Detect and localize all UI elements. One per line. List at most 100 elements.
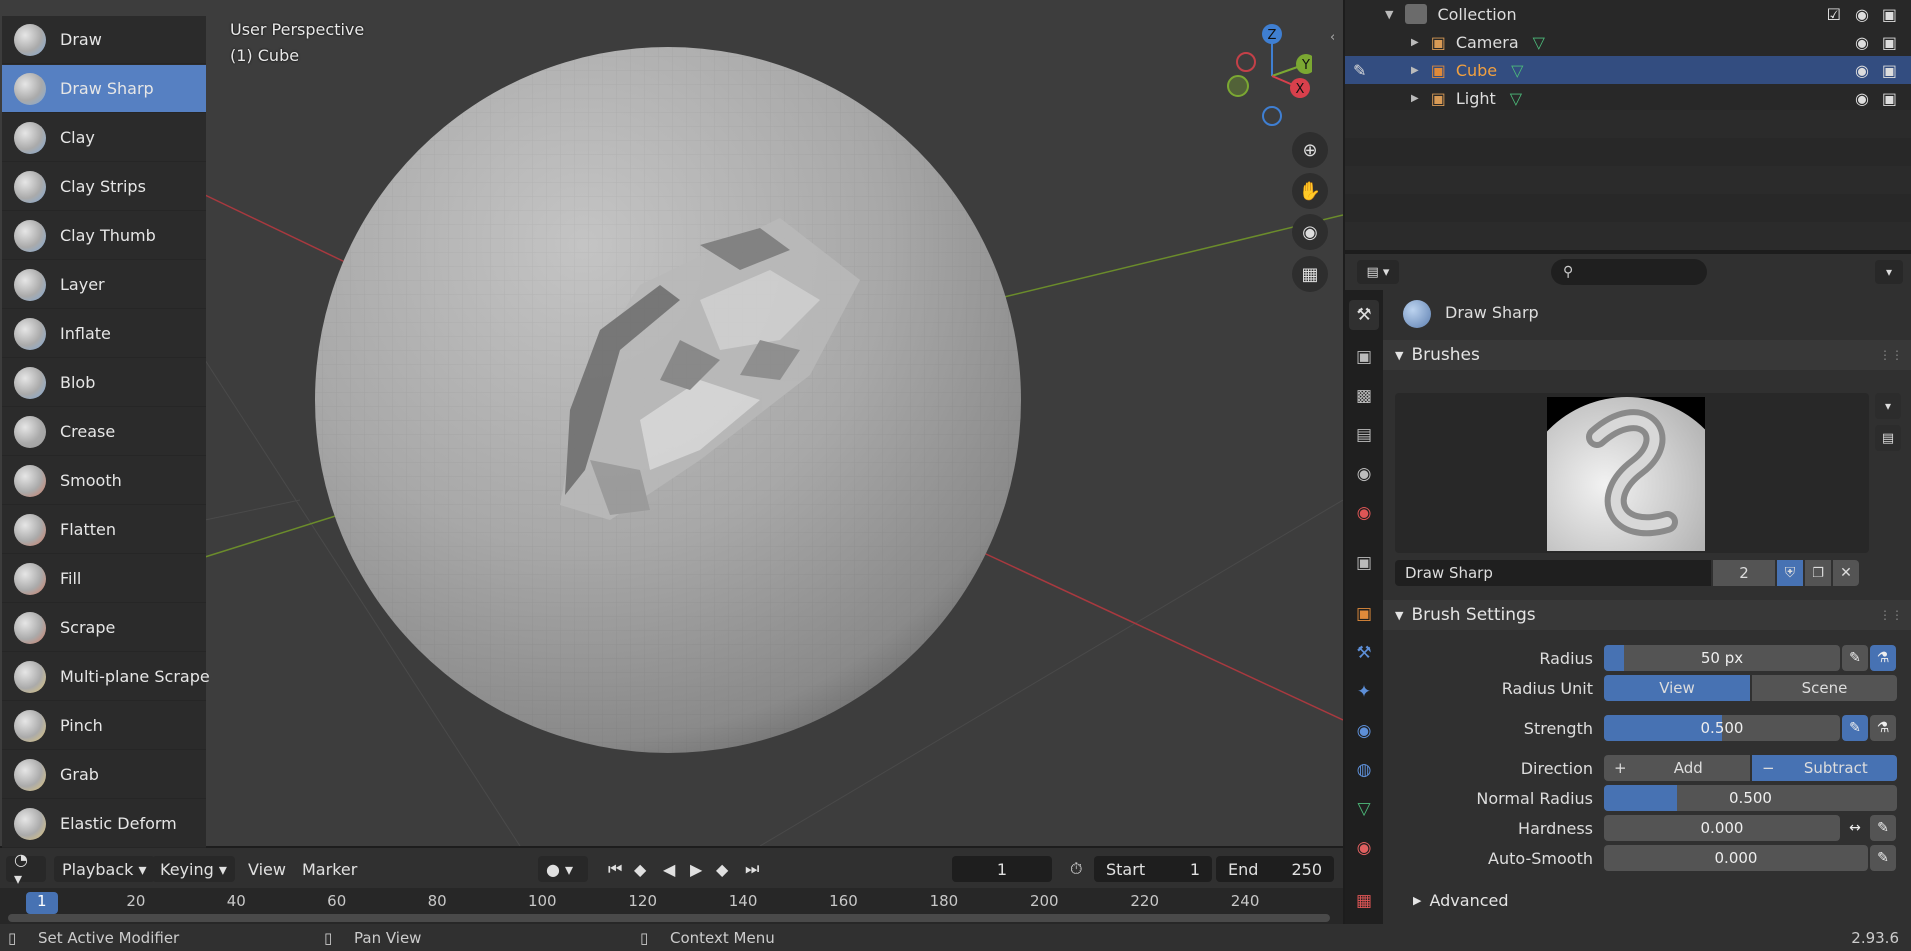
fake-user-shield-icon[interactable]: ⛨: [1777, 560, 1803, 586]
timeline-frames[interactable]: 1 20 40 60 80 100 120 140 160 180 200 220 240: [0, 888, 1343, 924]
auto-smooth-slider[interactable]: 0.000: [1604, 845, 1868, 871]
brush-item-fill[interactable]: Fill: [2, 555, 206, 603]
edit-mode-icon[interactable]: ✎: [1353, 61, 1366, 80]
zoom-icon[interactable]: ⊕: [1292, 132, 1328, 168]
render-camera-icon[interactable]: ▣: [1882, 89, 1897, 108]
pressure-icon[interactable]: ✎: [1842, 645, 1868, 671]
visibility-eye-icon[interactable]: ◉: [1855, 89, 1869, 108]
checkbox-icon[interactable]: ☑: [1827, 5, 1841, 24]
jump-end-icon[interactable]: ⏭: [737, 856, 767, 882]
direction-subtract-button[interactable]: − Subtract: [1752, 755, 1897, 781]
editor-type-icon[interactable]: ▤ ▾: [1357, 260, 1399, 284]
browse-dropdown-icon[interactable]: ▾: [1875, 393, 1901, 419]
particles-tab-icon[interactable]: ✦: [1349, 677, 1379, 707]
expand-arrow-icon[interactable]: ▶: [1411, 93, 1419, 104]
physics-tab-icon[interactable]: ◉: [1349, 716, 1379, 746]
drag-handle-icon[interactable]: ⋮⋮: [1879, 608, 1903, 622]
radius-unit-scene-button[interactable]: Scene: [1752, 675, 1897, 701]
constraints-tab-icon[interactable]: ◍: [1349, 755, 1379, 785]
collapse-arrow-icon[interactable]: ‹: [1330, 30, 1335, 45]
brush-item-pinch[interactable]: Pinch: [2, 702, 206, 750]
drag-handle-icon[interactable]: ⋮⋮: [1879, 348, 1903, 362]
prev-keyframe-icon[interactable]: ◆: [626, 856, 654, 882]
render-camera-icon[interactable]: ▣: [1882, 5, 1897, 24]
view-layer-tab-icon[interactable]: ▤: [1349, 420, 1379, 450]
scene-tab-icon[interactable]: ◉: [1349, 459, 1379, 489]
brush-item-blob[interactable]: Blob: [2, 359, 206, 407]
collection-tab-icon[interactable]: ▣: [1349, 548, 1379, 578]
visibility-eye-icon[interactable]: ◉: [1855, 61, 1869, 80]
brush-item-elastic-deform[interactable]: Elastic Deform: [2, 800, 206, 848]
modifier-tab-icon[interactable]: ⚒: [1349, 638, 1379, 668]
unified-strength-icon[interactable]: ⚗: [1870, 715, 1896, 741]
properties-search[interactable]: ⚲: [1551, 259, 1707, 285]
pressure-icon[interactable]: ✎: [1870, 815, 1896, 841]
marker-menu[interactable]: Marker: [294, 856, 365, 882]
object-data-icon[interactable]: ▽: [1511, 61, 1523, 80]
object-tab-icon[interactable]: ▣: [1349, 599, 1379, 629]
brush-item-smooth[interactable]: Smooth: [2, 457, 206, 505]
stopwatch-icon[interactable]: ⏱: [1062, 856, 1090, 882]
world-tab-icon[interactable]: ◉: [1349, 498, 1379, 528]
timeline-scrollbar[interactable]: [8, 914, 1330, 922]
search-input[interactable]: [1579, 264, 1690, 280]
outliner-item-camera[interactable]: ▶ ▣ Camera ▽ ◉ ▣: [1345, 28, 1911, 56]
next-keyframe-icon[interactable]: ◆: [708, 856, 736, 882]
brush-item-layer[interactable]: Layer: [2, 261, 206, 309]
editor-type-icon[interactable]: ◔ ▾: [6, 850, 46, 888]
object-data-icon[interactable]: ▽: [1510, 89, 1522, 108]
play-icon[interactable]: ▶: [682, 856, 710, 882]
material-tab-icon[interactable]: ◉: [1349, 833, 1379, 863]
options-dropdown-icon[interactable]: ▾: [1875, 260, 1903, 284]
brushes-panel-header[interactable]: ▼ Brushes ⋮⋮: [1383, 340, 1911, 370]
camera-view-icon[interactable]: ◉: [1292, 214, 1328, 250]
output-tab-icon[interactable]: ▩: [1349, 381, 1379, 411]
view-menu[interactable]: View: [240, 856, 294, 882]
pressure-icon[interactable]: ✎: [1870, 845, 1896, 871]
brush-item-draw-sharp[interactable]: Draw Sharp: [2, 65, 206, 113]
brush-item-crease[interactable]: Crease: [2, 408, 206, 456]
navigation-gizmo[interactable]: Z Y X: [1222, 20, 1312, 130]
radius-unit-view-button[interactable]: View: [1604, 675, 1750, 701]
brush-item-flatten[interactable]: Flatten: [2, 506, 206, 554]
outliner-item-cube[interactable]: ✎ ▶ ▣ Cube ▽ ◉ ▣: [1345, 56, 1911, 84]
visibility-eye-icon[interactable]: ◉: [1855, 5, 1869, 24]
record-button[interactable]: ● ▾: [538, 856, 588, 882]
hardness-slider[interactable]: 0.000: [1604, 815, 1840, 841]
duplicate-icon[interactable]: ❐: [1805, 560, 1831, 586]
radius-slider[interactable]: 50 px: [1604, 645, 1840, 671]
ortho-grid-icon[interactable]: ▦: [1292, 256, 1328, 292]
playback-menu[interactable]: Playback ▾: [54, 856, 155, 882]
texture-tab-icon[interactable]: ▦: [1349, 886, 1379, 916]
current-frame-field[interactable]: 1: [952, 856, 1052, 882]
render-camera-icon[interactable]: ▣: [1882, 33, 1897, 52]
outliner-item-light[interactable]: ▶ ▣ Light ▽ ◉ ▣: [1345, 84, 1911, 112]
brush-settings-panel-header[interactable]: ▼ Brush Settings ⋮⋮: [1383, 600, 1911, 630]
end-frame-field[interactable]: End 250: [1216, 856, 1334, 882]
tool-tab-icon[interactable]: ⚒: [1349, 300, 1379, 330]
data-tab-icon[interactable]: ▽: [1349, 794, 1379, 824]
brush-item-draw[interactable]: Draw: [2, 16, 206, 64]
brush-name-field[interactable]: Draw Sharp: [1395, 560, 1711, 586]
unified-radius-icon[interactable]: ⚗: [1870, 645, 1896, 671]
start-frame-field[interactable]: Start 1: [1094, 856, 1212, 882]
brush-item-grab[interactable]: Grab: [2, 751, 206, 799]
direction-add-button[interactable]: + Add: [1604, 755, 1750, 781]
keying-menu[interactable]: Keying ▾: [152, 856, 235, 882]
outliner-collection-row[interactable]: ▼ Collection ☑ ◉ ▣: [1345, 0, 1911, 28]
brush-item-clay-strips[interactable]: Clay Strips: [2, 163, 206, 211]
advanced-panel-header[interactable]: ▶ Advanced: [1383, 885, 1911, 915]
image-icon[interactable]: ▤: [1875, 425, 1901, 451]
expand-arrow-icon[interactable]: ▶: [1411, 65, 1419, 76]
brush-users-count[interactable]: 2: [1713, 560, 1775, 586]
invert-arrows-icon[interactable]: ↔: [1842, 815, 1868, 841]
render-tab-icon[interactable]: ▣: [1349, 342, 1379, 372]
unlink-close-icon[interactable]: ✕: [1833, 560, 1859, 586]
brush-item-multi-plane-scrape[interactable]: Multi-plane Scrape: [2, 653, 210, 701]
pan-hand-icon[interactable]: ✋: [1292, 173, 1328, 209]
brush-item-clay-thumb[interactable]: Clay Thumb: [2, 212, 206, 260]
expand-arrow-icon[interactable]: ▼: [1385, 8, 1393, 21]
brush-preview-frame[interactable]: [1395, 393, 1869, 617]
normal-radius-slider[interactable]: 0.500: [1604, 785, 1897, 811]
object-data-icon[interactable]: ▽: [1533, 33, 1545, 52]
